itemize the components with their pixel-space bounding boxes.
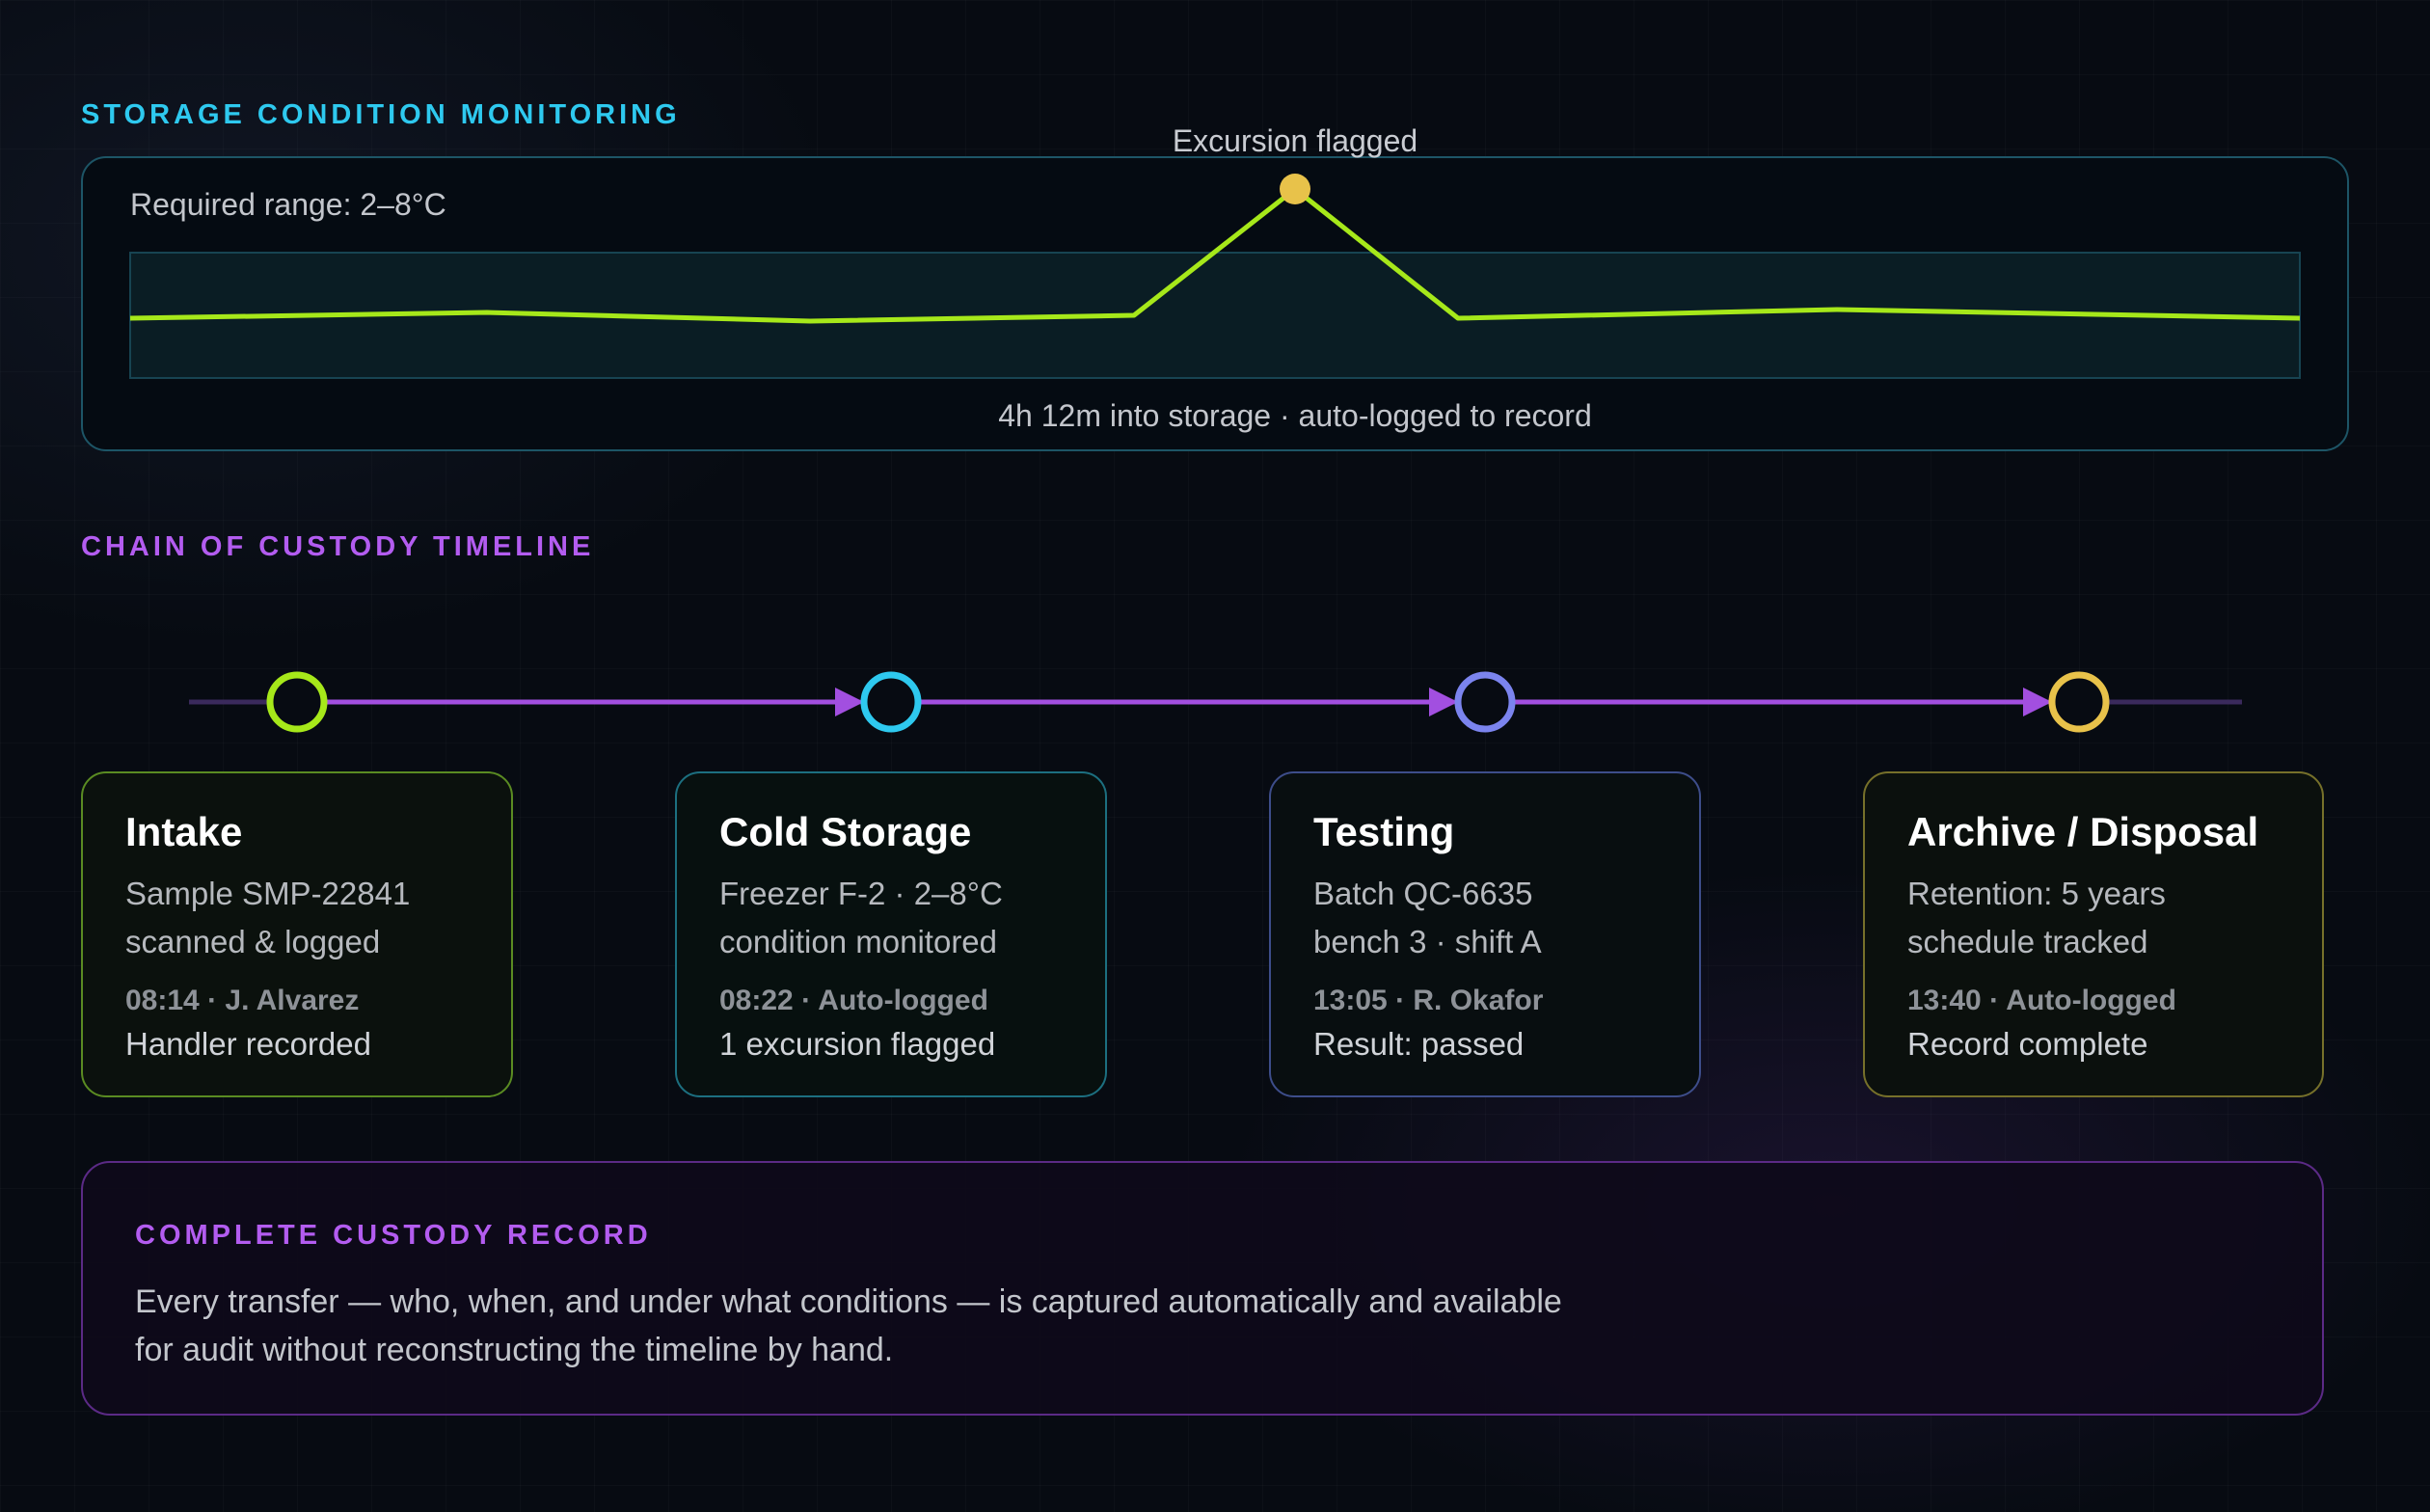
- stage-node-intake: [266, 671, 328, 733]
- stage-title: Intake: [125, 809, 243, 854]
- excursion-marker: [1280, 174, 1310, 204]
- timeline-arrowhead-3: [2023, 688, 2052, 716]
- custody-timeline-track: [189, 671, 2242, 733]
- stage-title: Testing: [1313, 809, 1455, 854]
- stage-card-intake: Intake Sample SMP-22841 scanned & logged…: [81, 771, 513, 1097]
- stage-detail-2: bench 3 · shift A: [1313, 924, 1542, 959]
- monitor-caption-text: 4h 12m into storage · auto-logged to rec…: [998, 398, 1592, 433]
- timeline-arrowhead-1: [835, 688, 864, 716]
- stage-detail-1: Freezer F-2 · 2–8°C: [719, 876, 1003, 911]
- stage-timestamp: 08:14 · J. Alvarez: [125, 985, 360, 1016]
- custody-record-title: COMPLETE CUSTODY RECORD: [135, 1220, 652, 1251]
- stage-node-testing: [1454, 671, 1516, 733]
- timeline-section-title: CHAIN OF CUSTODY TIMELINE: [81, 531, 595, 562]
- stage-timestamp: 13:40 · Auto-logged: [1907, 985, 2176, 1016]
- excursion-flag-text: Excursion flagged: [1172, 123, 1418, 158]
- stage-detail-1: Retention: 5 years: [1907, 876, 2166, 911]
- stage-card-cold-storage: Cold Storage Freezer F-2 · 2–8°C conditi…: [675, 771, 1107, 1097]
- stage-note: 1 excursion flagged: [719, 1026, 996, 1062]
- stage-note: Handler recorded: [125, 1026, 371, 1062]
- stage-node-archive: [2048, 671, 2110, 733]
- stage-detail-2: schedule tracked: [1907, 924, 2148, 959]
- stage-note: Result: passed: [1313, 1026, 1525, 1062]
- required-range-label: Required range: 2–8°C: [130, 187, 446, 222]
- stage-node-cold-storage: [860, 671, 922, 733]
- custody-record-description: Every transfer — who, when, and under wh…: [135, 1283, 1562, 1368]
- stage-detail-2: condition monitored: [719, 924, 998, 959]
- stage-card-testing: Testing Batch QC-6635 bench 3 · shift A …: [1269, 771, 1701, 1097]
- stage-detail-2: scanned & logged: [125, 924, 381, 959]
- stage-timestamp: 13:05 · R. Okafor: [1313, 985, 1544, 1016]
- stage-card-archive: Archive / Disposal Retention: 5 years sc…: [1863, 771, 2324, 1097]
- timeline-arrowhead-2: [1429, 688, 1458, 716]
- stage-detail-1: Sample SMP-22841: [125, 876, 411, 911]
- stage-note: Record complete: [1907, 1026, 2148, 1062]
- stage-detail-1: Batch QC-6635: [1313, 876, 1533, 911]
- stage-timestamp: 08:22 · Auto-logged: [719, 985, 988, 1016]
- stage-title: Archive / Disposal: [1907, 809, 2259, 854]
- stage-title: Cold Storage: [719, 809, 972, 854]
